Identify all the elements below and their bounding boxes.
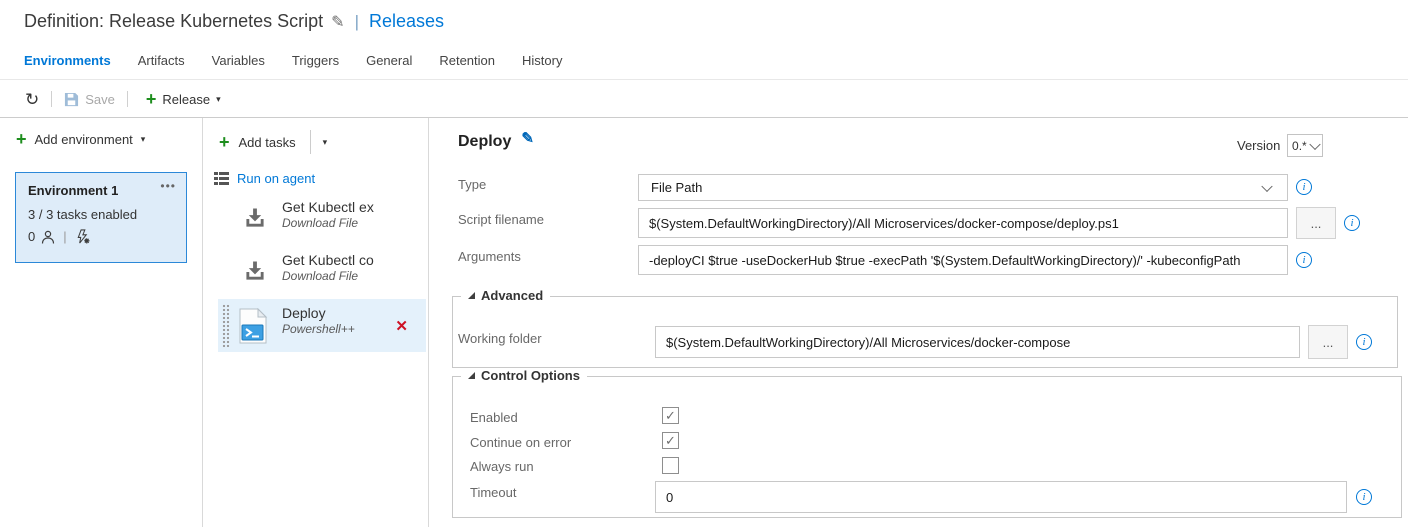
type-info-icon[interactable]: i xyxy=(1296,179,1312,195)
chevron-down-icon: ▾ xyxy=(141,134,146,145)
task-detail-name: Deploy xyxy=(458,133,511,151)
collapse-triangle-icon xyxy=(468,372,475,379)
toolbar-separator xyxy=(51,91,52,107)
version-select[interactable]: 0.* xyxy=(1287,134,1323,157)
tab-variables[interactable]: Variables xyxy=(212,53,265,74)
browse-working-folder-button[interactable]: ... xyxy=(1308,325,1348,359)
task-title: Deploy xyxy=(282,305,355,321)
drag-handle[interactable] xyxy=(222,304,230,347)
icon-separator: | xyxy=(63,229,66,244)
task-detail-title: Deploy ✎ xyxy=(458,133,534,151)
working-folder-label: Working folder xyxy=(458,331,542,346)
add-environment-label: Add environment xyxy=(35,132,133,147)
releases-link[interactable]: Releases xyxy=(369,11,444,32)
definition-title: Definition: Release Kubernetes Script xyxy=(24,11,323,32)
collapse-triangle-icon xyxy=(468,292,475,299)
task-type: Download File xyxy=(282,269,374,283)
release-definition-editor: Definition: Release Kubernetes Script ✎ … xyxy=(0,0,1408,527)
control-options-section-header[interactable]: Control Options xyxy=(461,368,587,383)
chevron-down-icon xyxy=(1261,180,1272,191)
always-run-checkbox[interactable]: ✓ xyxy=(662,457,679,474)
enabled-label: Enabled xyxy=(470,410,518,425)
plus-icon: + xyxy=(219,133,230,151)
add-environment-button[interactable]: + Add environment ▾ xyxy=(16,130,145,148)
definition-tabbar: Environments Artifacts Variables Trigger… xyxy=(24,53,562,74)
add-tasks-button[interactable]: + Add tasks ▾ xyxy=(219,130,327,154)
add-tasks-label: Add tasks xyxy=(239,135,296,150)
toolbar-divider xyxy=(0,117,1408,118)
task-item-get-kubectl-co[interactable]: Get Kubectl co Download File xyxy=(218,246,426,295)
environment-task-summary: 3 / 3 tasks enabled xyxy=(16,198,186,222)
check-icon: ✓ xyxy=(665,409,676,422)
advanced-section-header[interactable]: Advanced xyxy=(461,288,550,303)
plus-icon: + xyxy=(146,90,157,108)
browse-script-button[interactable]: ... xyxy=(1296,207,1336,239)
delete-task-icon[interactable]: ✕ xyxy=(395,317,408,335)
tabbar-divider xyxy=(0,79,1408,80)
agent-phase-icon xyxy=(214,172,229,185)
continue-on-error-label: Continue on error xyxy=(470,435,571,450)
chevron-down-icon xyxy=(1309,138,1320,149)
powershell-task-icon xyxy=(238,308,268,344)
save-icon xyxy=(64,92,79,107)
environment-name: Environment 1 xyxy=(28,183,118,198)
tab-retention[interactable]: Retention xyxy=(439,53,495,74)
release-label: Release xyxy=(162,92,210,107)
version-label: Version xyxy=(1237,138,1280,153)
ellipsis-menu-icon[interactable]: ••• xyxy=(160,183,176,190)
approver-count: 0 xyxy=(28,229,35,244)
always-run-label: Always run xyxy=(470,459,534,474)
script-filename-info-icon[interactable]: i xyxy=(1344,215,1360,231)
arguments-input[interactable] xyxy=(638,245,1288,275)
check-icon: ✓ xyxy=(665,434,676,447)
release-button[interactable]: + Release ▾ xyxy=(146,90,221,108)
download-file-icon xyxy=(244,207,266,228)
person-icon[interactable] xyxy=(41,230,55,244)
script-filename-label: Script filename xyxy=(458,212,544,227)
save-button[interactable]: Save xyxy=(64,92,115,107)
task-type: Powershell++ xyxy=(282,322,355,336)
panel-divider xyxy=(428,118,429,527)
panel-divider xyxy=(202,118,203,527)
arguments-label: Arguments xyxy=(458,249,521,264)
tab-artifacts[interactable]: Artifacts xyxy=(138,53,185,74)
tab-history[interactable]: History xyxy=(522,53,562,74)
continue-on-error-checkbox[interactable]: ✓ xyxy=(662,432,679,449)
download-file-icon xyxy=(244,260,266,281)
timeout-info-icon[interactable]: i xyxy=(1356,489,1372,505)
working-folder-info-icon[interactable]: i xyxy=(1356,334,1372,350)
environment-card[interactable]: Environment 1 ••• 3 / 3 tasks enabled 0 … xyxy=(15,172,187,263)
task-type: Download File xyxy=(282,216,374,230)
tab-general[interactable]: General xyxy=(366,53,412,74)
enabled-checkbox[interactable]: ✓ xyxy=(662,407,679,424)
arguments-info-icon[interactable]: i xyxy=(1296,252,1312,268)
chevron-down-icon: ▾ xyxy=(216,94,221,105)
chevron-down-icon[interactable]: ▾ xyxy=(323,137,328,148)
tab-triggers[interactable]: Triggers xyxy=(292,53,339,74)
rename-task-icon[interactable]: ✎ xyxy=(521,129,534,147)
button-divider xyxy=(310,130,311,154)
task-item-deploy[interactable]: Deploy Powershell++ ✕ xyxy=(218,299,426,352)
run-on-agent-group[interactable]: Run on agent xyxy=(214,171,315,186)
plus-icon: + xyxy=(16,130,27,148)
type-select[interactable]: File Path xyxy=(638,174,1288,201)
toolbar: ↻ Save + Release ▾ xyxy=(25,85,221,113)
working-folder-input[interactable] xyxy=(655,326,1300,358)
title-separator: | xyxy=(355,12,359,32)
timeout-input[interactable] xyxy=(655,481,1347,513)
script-filename-input[interactable] xyxy=(638,208,1288,238)
toolbar-separator xyxy=(127,91,128,107)
task-item-get-kubectl-ex[interactable]: Get Kubectl ex Download File xyxy=(218,193,426,242)
page-title: Definition: Release Kubernetes Script ✎ … xyxy=(24,11,444,32)
save-label: Save xyxy=(85,92,115,107)
trigger-conditions-icon[interactable] xyxy=(75,229,90,244)
run-on-agent-label: Run on agent xyxy=(237,171,315,186)
type-label: Type xyxy=(458,177,486,192)
rename-definition-icon[interactable]: ✎ xyxy=(331,12,344,32)
refresh-icon[interactable]: ↻ xyxy=(25,91,39,108)
task-title: Get Kubectl ex xyxy=(282,199,374,215)
tab-environments[interactable]: Environments xyxy=(24,53,111,74)
timeout-label: Timeout xyxy=(470,485,516,500)
task-title: Get Kubectl co xyxy=(282,252,374,268)
